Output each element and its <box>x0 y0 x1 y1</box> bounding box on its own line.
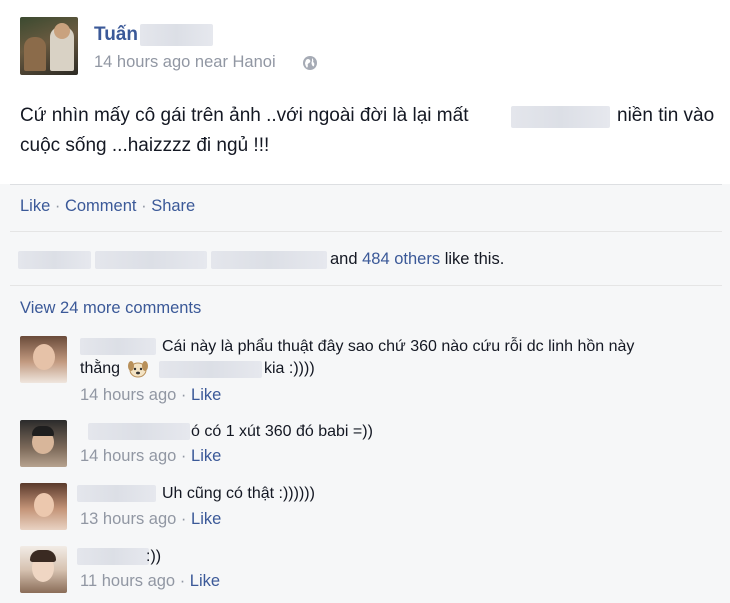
author-name-redacted <box>140 24 213 46</box>
comment-meta: 14 hours ago · Like <box>80 386 221 405</box>
commenter-avatar[interactable] <box>20 546 67 593</box>
comment-meta: 13 hours ago · Like <box>80 510 221 529</box>
meta-separator: · <box>180 510 187 528</box>
action-separator: · <box>54 197 61 215</box>
share-link[interactable]: Share <box>151 197 195 215</box>
comment-meta: 11 hours ago · Like <box>80 572 220 591</box>
likes-suffix: like this. <box>444 250 505 268</box>
commenter-avatar[interactable] <box>20 336 67 383</box>
likes-divider <box>10 231 722 232</box>
commenter-avatar[interactable] <box>20 483 67 530</box>
meta-separator: · <box>179 572 186 590</box>
liker-redacted-2 <box>95 251 207 269</box>
comment-text: Uh cũng có thật :)))))) <box>162 485 315 502</box>
comment-time[interactable]: 14 hours ago <box>80 386 176 404</box>
comment-text: :)) <box>146 548 162 565</box>
comment-meta: 14 hours ago · Like <box>80 447 221 466</box>
likes-others-link[interactable]: 484 others <box>362 250 440 268</box>
comment-time[interactable]: 11 hours ago <box>80 572 175 590</box>
post-timestamp[interactable]: 14 hours ago near Hanoi <box>94 53 276 72</box>
author-name[interactable]: Tuấn <box>94 24 138 46</box>
dog-emoticon-icon <box>127 358 149 380</box>
likes-summary: and 484 others like this. <box>330 250 504 269</box>
post-text-redacted <box>511 106 610 128</box>
comment-text: ó có 1 xút 360 đó babi =)) <box>191 423 373 440</box>
comment-like-link[interactable]: Like <box>190 572 220 590</box>
comment-text-line2b: kia :)))) <box>264 360 315 377</box>
mention-redacted <box>159 361 262 378</box>
comment-like-link[interactable]: Like <box>191 447 221 465</box>
commenter-name-redacted <box>80 338 156 355</box>
comment-text-line1: Cái này là phẩu thuật đây sao chứ 360 nà… <box>162 338 635 355</box>
post-actions: Like · Comment · Share <box>20 197 195 216</box>
commenter-avatar[interactable] <box>20 420 67 467</box>
comments-divider <box>10 285 722 286</box>
comment-like-link[interactable]: Like <box>191 510 221 528</box>
globe-icon <box>302 55 318 71</box>
post-text-line2: cuộc sống ...haizzzz đi ngủ !!! <box>20 135 270 156</box>
liker-redacted-3 <box>211 251 327 269</box>
comment-link[interactable]: Comment <box>65 197 137 215</box>
commenter-name-redacted <box>88 423 190 440</box>
meta-separator: · <box>180 447 187 465</box>
comment-time[interactable]: 13 hours ago <box>80 510 176 528</box>
post-divider <box>10 184 722 185</box>
post-text-part1: Cứ nhìn mấy cô gái trên ảnh ..với ngoài … <box>20 105 469 126</box>
view-more-comments-link[interactable]: View 24 more comments <box>20 299 201 318</box>
commenter-name-redacted <box>77 548 149 565</box>
commenter-name-redacted <box>77 485 156 502</box>
likes-and: and <box>330 250 358 268</box>
like-link[interactable]: Like <box>20 197 50 215</box>
post-text-part2: niền tin vào <box>617 105 715 126</box>
meta-separator: · <box>180 386 187 404</box>
comment-text-line2a: thằng <box>80 360 121 377</box>
author-avatar[interactable] <box>20 17 78 75</box>
comment-time[interactable]: 14 hours ago <box>80 447 176 465</box>
post-text-line1: Cứ nhìn mấy cô gái trên ảnh ..với ngoài … <box>20 105 468 127</box>
liker-redacted-1 <box>18 251 91 269</box>
action-separator: · <box>141 197 147 215</box>
comment-like-link[interactable]: Like <box>191 386 221 404</box>
